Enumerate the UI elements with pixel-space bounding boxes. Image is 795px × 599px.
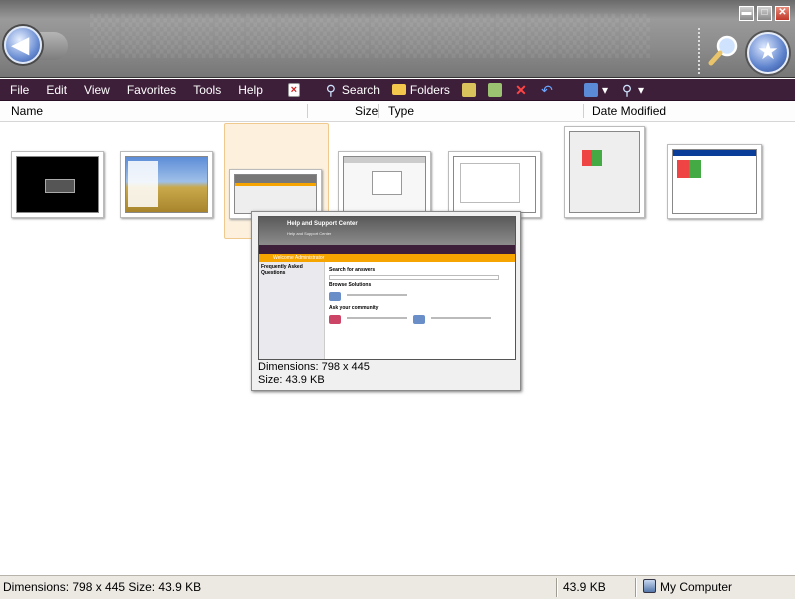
thumbnail-image (125, 156, 208, 213)
file-view: Help and Support Center Help and Support… (0, 122, 795, 575)
column-divider (378, 104, 379, 118)
menu-favorites[interactable]: Favorites (117, 83, 183, 97)
preview-search-box (329, 275, 499, 280)
header-decoration: ▒▒▒▒▒▒▒▒▒▒▒▒▒▒▒▒▒▒ (90, 14, 653, 58)
magnifier-icon: ⚲ (621, 81, 633, 98)
status-bar: Dimensions: 798 x 445 Size: 43.9 KB 43.9… (0, 575, 795, 599)
menu-file[interactable]: File (0, 83, 36, 97)
preview-welcome-bar: Welcome Administrator (259, 254, 515, 262)
back-button[interactable]: ◀ (4, 26, 42, 64)
preview-faq-heading: Frequently Asked Questions (261, 264, 303, 276)
thumbnail-item[interactable] (338, 151, 431, 218)
dropdown-arrow-icon: ▾ (601, 82, 608, 97)
delete-button[interactable]: ✕ (508, 83, 534, 97)
column-date-modified[interactable]: Date Modified (592, 104, 666, 118)
column-divider (583, 104, 584, 118)
preview-menubar (259, 245, 515, 254)
column-name[interactable]: Name (11, 104, 43, 118)
tooltip-preview-image: Help and Support Center Help and Support… (258, 216, 516, 360)
folder-icon (391, 84, 406, 95)
copy-to-button[interactable] (482, 82, 508, 97)
my-computer-icon (643, 579, 656, 593)
search-button[interactable]: ⚲ Search (318, 83, 386, 97)
column-header-bar: Name Size Type Date Modified (0, 101, 795, 122)
preview-subtitle: Help and Support Center (287, 231, 332, 236)
column-type[interactable]: Type (388, 104, 414, 118)
status-location: My Computer (660, 580, 733, 594)
folders-button-label: Folders (409, 82, 450, 97)
thumbnail-item[interactable] (448, 151, 541, 218)
column-size[interactable]: Size (355, 104, 378, 118)
dropdown-arrow-icon: ▾ (637, 82, 644, 97)
thumbnail-image (672, 149, 757, 214)
back-arrow-icon: ◀ (12, 32, 29, 57)
menu-bar: File Edit View Favorites Tools Help × ⚲ … (0, 79, 795, 101)
preview-sidebar: Frequently Asked Questions (259, 262, 325, 359)
folders-button[interactable]: Folders (386, 83, 456, 97)
thumbnail-tooltip: Help and Support Center Help and Support… (251, 211, 521, 391)
menu-tools[interactable]: Tools (183, 83, 228, 97)
preview-main: Search for answers Browse Solutions Ask … (329, 265, 513, 328)
preview-row (329, 292, 513, 301)
thumbnail-item[interactable] (564, 126, 645, 218)
header-divider (698, 28, 702, 74)
move-to-icon (461, 82, 476, 97)
move-to-button[interactable] (456, 82, 482, 97)
tooltip-dimensions: Dimensions: 798 x 445 (258, 361, 370, 373)
magnifier-icon: ⚲ (325, 81, 337, 98)
favorites-star-button[interactable]: ★ (747, 32, 789, 74)
thumbnail-item[interactable] (11, 151, 104, 218)
menu-edit[interactable]: Edit (36, 83, 74, 97)
window-header: ▒▒▒▒▒▒▒▒▒▒▒▒▒▒▒▒▒▒ ◀ ▬ □ ✕ ★ (0, 0, 795, 78)
thumbnail-item[interactable] (667, 144, 762, 219)
menu-view[interactable]: View (74, 83, 117, 97)
status-details: Dimensions: 798 x 445 Size: 43.9 KB (3, 580, 202, 594)
window-controls: ▬ □ ✕ (739, 6, 790, 21)
status-size: 43.9 KB (563, 580, 606, 594)
menu-help[interactable]: Help (228, 83, 270, 97)
preview-search-heading: Search for answers (329, 267, 376, 273)
undo-button[interactable]: ↶ (534, 83, 560, 97)
search-options-button[interactable]: ⚲ ▾ (614, 83, 650, 97)
stop-icon[interactable]: × (287, 82, 300, 97)
status-divider (635, 578, 637, 597)
maximize-button[interactable]: □ (757, 6, 772, 21)
close-button[interactable]: ✕ (775, 6, 790, 21)
preview-row (329, 315, 513, 324)
thumbnail-image (16, 156, 99, 213)
minimize-button[interactable]: ▬ (739, 6, 754, 21)
thumbnail-item[interactable] (120, 151, 213, 218)
copy-to-icon (487, 82, 502, 97)
tooltip-size: Size: 43.9 KB (258, 374, 325, 386)
preview-community-heading: Ask your community (329, 305, 379, 311)
search-icon[interactable] (708, 34, 740, 66)
preview-header: Help and Support Center Help and Support… (259, 217, 515, 245)
preview-browse-heading: Browse Solutions (329, 282, 372, 288)
thumbnail-image (453, 156, 536, 213)
column-divider (307, 104, 308, 118)
status-divider (556, 578, 558, 597)
search-button-label: Search (341, 82, 380, 97)
undo-icon: ↶ (541, 81, 553, 98)
thumbnail-image (569, 131, 640, 213)
thumbnail-image (234, 174, 317, 214)
views-button[interactable]: ▾ (578, 82, 614, 97)
preview-title: Help and Support Center (287, 221, 358, 227)
thumbnail-image (343, 156, 426, 213)
views-grid-icon (583, 82, 598, 97)
delete-icon: ✕ (515, 81, 527, 98)
